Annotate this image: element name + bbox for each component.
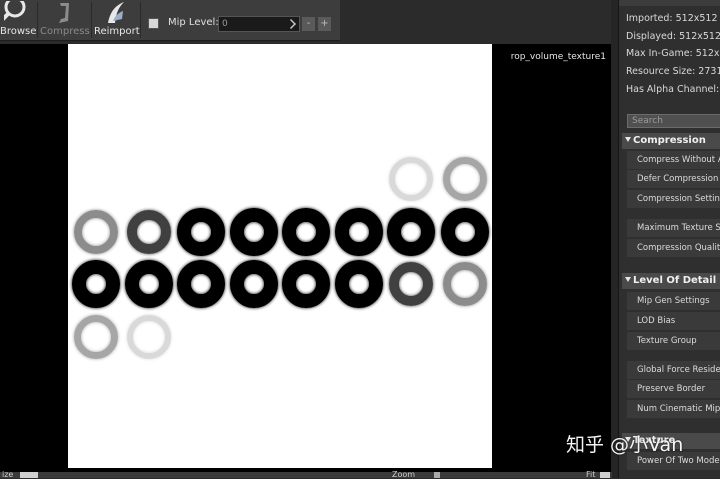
prop-compress-without-alpha[interactable]: Compress Without Al bbox=[627, 151, 720, 169]
texture-viewport[interactable]: rop_volume_texture1 bbox=[0, 44, 612, 472]
prop-num-cinematic-mips[interactable]: Num Cinematic Mip bbox=[627, 400, 720, 418]
prop-lod-bias[interactable]: LOD Bias bbox=[627, 312, 720, 330]
texture-ring bbox=[125, 260, 173, 308]
mip-level-label: Mip Level: bbox=[168, 17, 219, 28]
prop-defer-compression[interactable]: Defer Compression bbox=[627, 170, 720, 188]
mip-level-checkbox[interactable] bbox=[148, 18, 159, 29]
viewport-status-bar: ize Zoom Fit bbox=[0, 471, 612, 479]
texture-ring bbox=[177, 260, 225, 308]
category-label: Level Of Detail bbox=[633, 275, 717, 286]
texture-ring bbox=[389, 157, 433, 201]
mip-decrease-button[interactable]: - bbox=[302, 17, 315, 31]
toolbar-divider bbox=[37, 2, 38, 38]
browse-label: Browse bbox=[0, 26, 37, 37]
texture-ring bbox=[127, 210, 171, 254]
prop-global-force-resident[interactable]: Global Force Residen bbox=[627, 361, 720, 379]
mip-increase-button[interactable]: + bbox=[318, 17, 331, 31]
max-ingame-size: Max In-Game: 512x51 bbox=[626, 48, 720, 60]
texture-ring bbox=[282, 208, 330, 256]
toolbar: Browse Compress Reimport Mip Level: 0 - … bbox=[0, 0, 340, 41]
texture-ring bbox=[230, 208, 278, 256]
category-label: Compression bbox=[633, 135, 706, 146]
texture-ring bbox=[387, 208, 435, 256]
texture-canvas bbox=[68, 44, 492, 468]
texture-name: rop_volume_texture1 bbox=[510, 52, 606, 62]
texture-ring bbox=[74, 210, 118, 254]
panel-splitter[interactable] bbox=[611, 0, 618, 478]
displayed-size: Displayed: 512x512 bbox=[626, 30, 720, 42]
details-search-input[interactable]: Search bbox=[627, 114, 720, 128]
texture-ring bbox=[441, 208, 489, 256]
texture-ring bbox=[389, 262, 433, 306]
texture-ring bbox=[230, 260, 278, 308]
texture-ring bbox=[72, 260, 120, 308]
texture-ring bbox=[335, 208, 383, 256]
prop-mip-gen-settings[interactable]: Mip Gen Settings bbox=[627, 292, 720, 310]
imported-size: Imported: 512x512 bbox=[626, 13, 718, 24]
details-tab[interactable] bbox=[619, 0, 720, 6]
mip-level-input[interactable]: 0 bbox=[218, 16, 300, 32]
toolbar-divider bbox=[140, 2, 141, 38]
category-compression[interactable]: Compression bbox=[622, 133, 720, 149]
texture-info: Imported: 512x512 Displayed: 512x512 Max… bbox=[619, 10, 720, 98]
size-dropdown[interactable] bbox=[20, 472, 38, 478]
has-alpha-channel: Has Alpha Channel: T bbox=[626, 83, 720, 95]
fit-dropdown[interactable] bbox=[600, 472, 610, 478]
compress-icon bbox=[59, 3, 69, 23]
texture-ring bbox=[282, 260, 330, 308]
magnifier-icon bbox=[4, 1, 26, 21]
reimport-label: Reimport bbox=[94, 26, 140, 37]
texture-ring bbox=[74, 315, 118, 359]
watermark: 知乎 @小Van bbox=[566, 434, 684, 456]
spin-arrows-icon[interactable] bbox=[286, 19, 296, 29]
texture-ring bbox=[443, 262, 487, 306]
prop-compression-settings[interactable]: Compression Setting bbox=[627, 190, 720, 208]
compress-label: Compress bbox=[40, 26, 90, 37]
category-level-of-detail[interactable]: Level Of Detail bbox=[622, 273, 720, 289]
zoom-slider[interactable] bbox=[434, 472, 440, 478]
prop-compression-quality[interactable]: Compression Quality bbox=[627, 239, 720, 257]
browse-button[interactable]: Browse bbox=[0, 0, 37, 40]
texture-ring bbox=[443, 157, 487, 201]
reimport-icon bbox=[108, 2, 124, 23]
prop-texture-group[interactable]: Texture Group bbox=[627, 332, 720, 350]
details-panel: Imported: 512x512 Displayed: 512x512 Max… bbox=[618, 0, 720, 478]
compress-button[interactable]: Compress bbox=[40, 0, 90, 40]
mip-level-value: 0 bbox=[222, 19, 228, 29]
toolbar-divider bbox=[91, 2, 92, 38]
collapse-arrow-icon bbox=[625, 277, 631, 282]
reimport-button[interactable]: Reimport bbox=[94, 0, 140, 40]
texture-ring bbox=[335, 260, 383, 308]
texture-ring bbox=[127, 315, 171, 359]
texture-ring bbox=[177, 208, 225, 256]
resource-size: Resource Size: 2731 K bbox=[626, 66, 720, 78]
collapse-arrow-icon bbox=[625, 137, 631, 142]
prop-maximum-texture-size[interactable]: Maximum Texture S bbox=[627, 219, 720, 237]
prop-preserve-border[interactable]: Preserve Border bbox=[627, 380, 720, 398]
